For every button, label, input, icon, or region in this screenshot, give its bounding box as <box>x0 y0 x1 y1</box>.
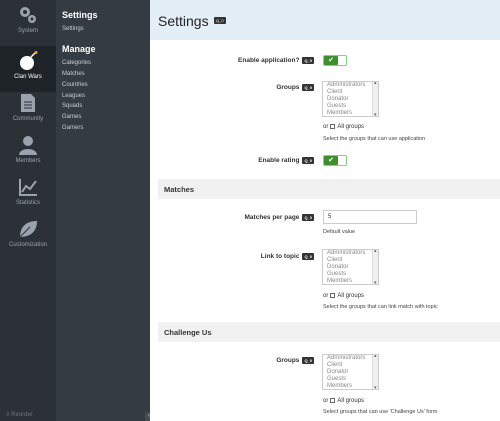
challenge-groups-all-option: or All groups <box>323 398 364 404</box>
link-to-topic-text: Link to topic <box>260 253 300 261</box>
all-groups-label: All groups <box>337 293 365 300</box>
all-groups-checkbox[interactable] <box>330 293 336 298</box>
nav-link-settings[interactable]: Settings <box>62 26 84 32</box>
list-option[interactable]: Donator <box>323 96 378 103</box>
gears-icon <box>20 7 36 23</box>
page-title-tag: Q_0 <box>214 17 226 24</box>
document-icon <box>21 94 35 112</box>
or-text: or <box>323 293 329 300</box>
page-header: Settings Q_0 <box>150 0 500 40</box>
challenge-groups-listbox[interactable]: Administrators Client Donator Guests Mem… <box>322 354 379 390</box>
section-matches: Matches <box>158 179 500 199</box>
list-option[interactable]: Client <box>323 257 378 264</box>
matches-per-page-text: Matches per page <box>244 214 300 222</box>
matches-per-page-input[interactable]: 5 <box>323 210 417 224</box>
nav-link-countries[interactable]: Countries <box>62 82 88 88</box>
challenge-groups-help: Select groups that can use 'Challenge Us… <box>323 409 438 415</box>
nav-link-games[interactable]: Games <box>62 114 81 120</box>
challenge-groups-label: Groups Q_0 <box>276 357 314 364</box>
listbox-scrollbar[interactable] <box>372 250 378 284</box>
list-option[interactable]: Guests <box>323 103 378 110</box>
challenge-groups-text: Groups <box>276 357 300 365</box>
list-option[interactable]: Guests <box>323 271 378 278</box>
nav-link-gamers[interactable]: Gamers <box>62 125 83 131</box>
rail-item-system[interactable]: System <box>0 0 56 46</box>
matches-per-page-label: Matches per page Q_0 <box>245 214 314 221</box>
list-option[interactable]: Guests <box>323 376 378 383</box>
all-groups-label: All groups <box>337 124 365 131</box>
list-option[interactable]: Administrators <box>323 250 378 257</box>
check-icon: ✔ <box>324 156 338 165</box>
rail-item-clan-wars[interactable]: Clan Wars <box>0 46 56 92</box>
groups-listbox[interactable]: Administrators Client Donator Guests Mem… <box>322 81 379 117</box>
link-to-topic-help: Select the groups that can link match wi… <box>323 304 438 310</box>
link-to-topic-tag: Q_0 <box>302 253 314 260</box>
enable-application-label: Enable application? Q_0 <box>238 57 314 64</box>
list-option[interactable]: Donator <box>323 369 378 376</box>
list-option[interactable]: Administrators <box>323 82 378 89</box>
check-icon: ✔ <box>324 56 338 65</box>
nav-link-categories[interactable]: Categories <box>62 60 91 66</box>
enable-application-text: Enable application? <box>238 57 300 65</box>
rail-label: System <box>17 28 38 34</box>
rail-label: Community <box>12 116 44 122</box>
link-to-topic-all-option: or All groups <box>323 293 364 299</box>
groups-text: Groups <box>276 84 300 92</box>
rail-item-customization[interactable]: Customization <box>0 214 56 260</box>
section-challenge-us: Challenge Us <box>158 322 500 342</box>
rail-label: Customization <box>8 242 47 248</box>
all-groups-checkbox[interactable] <box>330 398 336 403</box>
rail-item-community[interactable]: Community <box>0 88 56 134</box>
enable-application-tag: Q_0 <box>302 57 314 64</box>
list-option[interactable]: Client <box>323 362 378 369</box>
link-to-topic-label: Link to topic Q_0 <box>261 253 314 260</box>
all-groups-checkbox[interactable] <box>330 124 336 129</box>
icon-rail: System Clan Wars Community Members Stati… <box>0 0 56 421</box>
groups-all-option: or All groups <box>323 124 364 130</box>
or-text: or <box>323 398 329 405</box>
rail-label: Statistics <box>15 200 40 206</box>
or-text: or <box>323 124 329 131</box>
rail-item-members[interactable]: Members <box>0 130 56 176</box>
leaf-icon <box>19 221 37 238</box>
rail-label: Members <box>15 158 41 164</box>
groups-help: Select the groups that can use applicati… <box>323 136 426 142</box>
groups-tag: Q_0 <box>302 84 314 91</box>
nav-link-matches[interactable]: Matches <box>62 71 85 77</box>
list-option[interactable]: Donator <box>323 264 378 271</box>
reorder-link[interactable]: ≡ Reorder <box>6 412 33 418</box>
secondary-nav: Settings Settings Manage Categories Matc… <box>56 0 150 421</box>
enable-application-toggle[interactable]: ✔ <box>323 55 347 66</box>
matches-per-page-help: Default value <box>323 229 356 235</box>
page-title: Settings <box>158 13 209 29</box>
nav-heading-manage: Manage <box>62 44 96 54</box>
matches-per-page-tag: Q_0 <box>302 214 314 221</box>
all-groups-label: All groups <box>337 398 365 405</box>
bomb-icon <box>20 51 38 70</box>
enable-rating-text: Enable rating <box>258 157 300 165</box>
rail-item-statistics[interactable]: Statistics <box>0 172 56 218</box>
link-to-topic-listbox[interactable]: Administrators Client Donator Guests Mem… <box>322 249 379 285</box>
list-option[interactable]: Client <box>323 89 378 96</box>
list-option[interactable]: Administrators <box>323 355 378 362</box>
listbox-scrollbar[interactable] <box>372 82 378 116</box>
list-option[interactable]: Members <box>323 110 378 116</box>
chart-icon <box>19 179 37 196</box>
user-icon <box>19 136 37 155</box>
main-content: Settings Q_0 Enable application? Q_0 ✔ Gr… <box>150 0 500 421</box>
section-title: Matches <box>164 185 195 194</box>
enable-rating-label: Enable rating Q_0 <box>258 157 314 164</box>
listbox-scrollbar[interactable] <box>372 355 378 389</box>
list-option[interactable]: Members <box>323 278 378 284</box>
nav-heading-settings: Settings <box>62 10 98 20</box>
enable-rating-toggle[interactable]: ✔ <box>323 155 347 166</box>
groups-label: Groups Q_0 <box>276 84 314 91</box>
list-option[interactable]: Members <box>323 383 378 389</box>
section-title: Challenge Us <box>164 328 212 337</box>
enable-rating-tag: Q_0 <box>302 157 314 164</box>
nav-link-squads[interactable]: Squads <box>62 103 82 109</box>
rail-label: Clan Wars <box>14 74 42 80</box>
nav-link-leagues[interactable]: Leagues <box>62 93 85 99</box>
challenge-groups-tag: Q_0 <box>302 357 314 364</box>
